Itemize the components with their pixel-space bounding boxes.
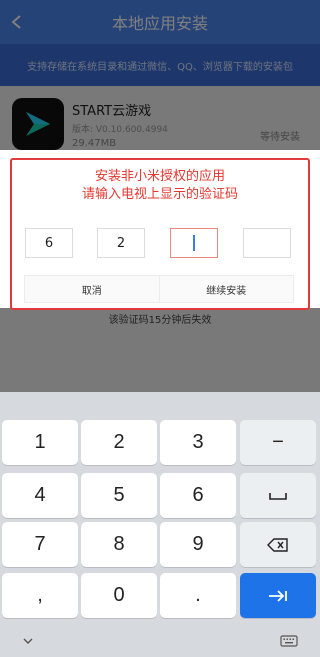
keyboard-bottom-bar [0,618,320,657]
space-icon [269,492,287,500]
code-input-group: 6 2 [0,228,320,258]
key-dot[interactable]: . [160,573,236,618]
text-cursor [193,235,195,251]
key-8[interactable]: 8 [81,522,157,567]
keyboard-icon[interactable] [280,632,298,647]
backspace-key[interactable] [240,522,316,567]
space-key[interactable] [240,473,316,518]
continue-install-button[interactable]: 继续安装 [159,275,294,303]
dialog-title-line1: 安装非小米授权的应用 [94,169,225,184]
backspace-icon [267,537,288,552]
key-4[interactable]: 4 [2,473,78,518]
tab-arrow-icon [269,589,287,602]
dialog-buttons: 取消 继续安装 [24,275,294,303]
key-7[interactable]: 7 [2,522,78,567]
cancel-button[interactable]: 取消 [24,275,160,303]
key-minus[interactable]: − [240,420,316,465]
key-comma[interactable]: , [2,573,78,618]
key-2[interactable]: 2 [81,420,157,465]
dialog-title: 安装非小米授权的应用 请输入电视上显示的验证码 [0,168,320,204]
key-0[interactable]: 0 [81,573,157,618]
enter-key[interactable] [240,573,316,618]
key-1[interactable]: 1 [2,420,78,465]
key-5[interactable]: 5 [81,473,157,518]
key-9[interactable]: 9 [160,522,236,567]
dialog-title-line2: 请输入电视上显示的验证码 [81,187,238,202]
key-6[interactable]: 6 [160,473,236,518]
expire-notice: 该验证码15分钟后失效 [108,315,212,326]
code-digit-3[interactable] [170,228,218,258]
code-digit-4[interactable] [243,228,291,258]
code-digit-1[interactable]: 6 [25,228,73,258]
key-3[interactable]: 3 [160,420,236,465]
chevron-down-icon[interactable] [22,632,34,644]
code-digit-2[interactable]: 2 [97,228,145,258]
